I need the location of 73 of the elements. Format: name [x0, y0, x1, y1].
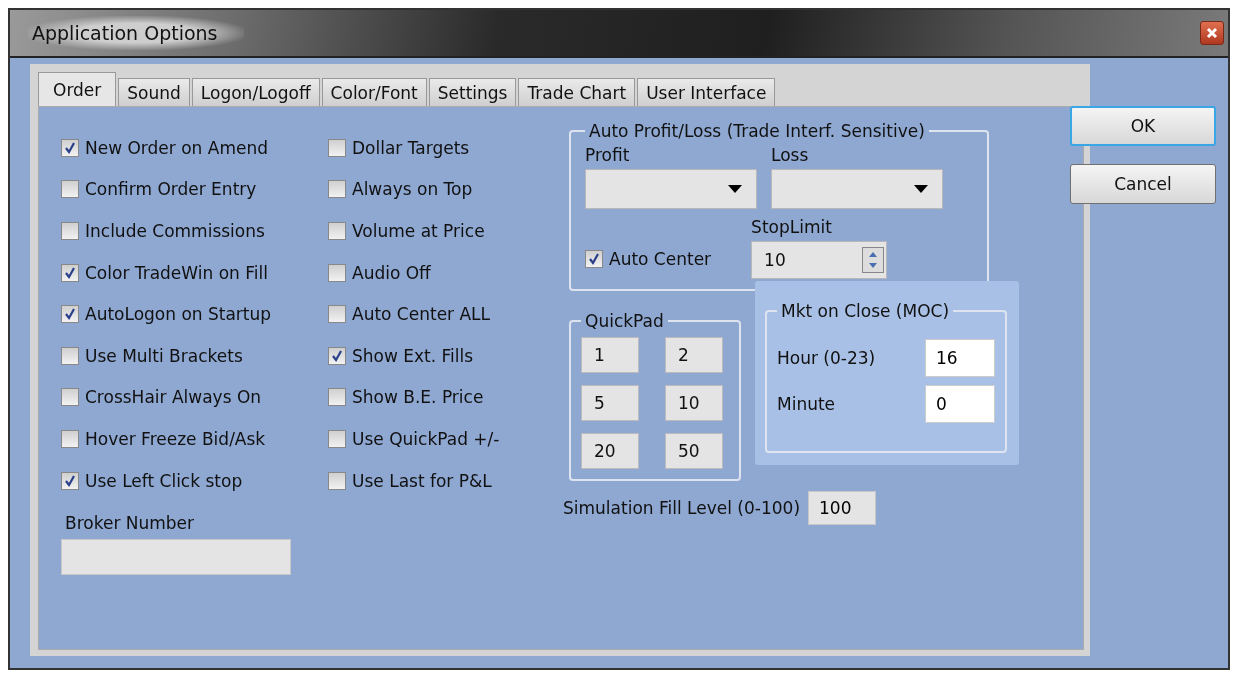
quickpad-button[interactable]: 5	[581, 385, 639, 421]
checkbox-label: Dollar Targets	[352, 137, 470, 158]
field-label: Broker Number	[65, 513, 196, 534]
checkbox[interactable]	[328, 180, 346, 199]
checkbox-label: Use Left Click stop	[85, 470, 243, 491]
simulation-fill-field[interactable]: 100	[808, 491, 876, 525]
checkbox[interactable]	[61, 138, 79, 157]
close-button[interactable]	[1200, 21, 1224, 45]
checkbox[interactable]	[328, 429, 346, 448]
tab[interactable]: User Interface	[637, 78, 776, 106]
tab[interactable]: Sound	[118, 78, 190, 106]
checkbox[interactable]	[328, 471, 346, 490]
checkbox[interactable]	[61, 471, 79, 490]
caret-icon	[728, 185, 742, 193]
checkbox[interactable]	[61, 180, 79, 199]
checkbox-label: Use Multi Brackets	[85, 345, 243, 366]
checkbox-label: AutoLogon on Startup	[85, 304, 272, 325]
checkbox-label: Color TradeWin on Fill	[85, 262, 268, 283]
tab[interactable]: Color/Font	[321, 78, 427, 106]
checkbox[interactable]	[61, 388, 79, 407]
checkbox-label: Use QuickPad +/-	[352, 428, 500, 449]
checkbox-label: Use Last for P&L	[352, 470, 492, 491]
quickpad-button[interactable]: 2	[665, 337, 723, 373]
checkbox[interactable]	[61, 305, 79, 324]
field-label: Simulation Fill Level (0-100)	[563, 498, 800, 518]
dialog-button[interactable]: OK	[1070, 106, 1216, 146]
field-label: StopLimit	[751, 217, 833, 237]
checkbox-label: Confirm Order Entry	[85, 179, 257, 200]
quickpad-button[interactable]: 10	[665, 385, 723, 421]
group-title: Mkt on Close (MOC)	[780, 301, 951, 321]
field-label: Minute	[777, 394, 836, 414]
checkbox[interactable]	[61, 429, 79, 448]
hour-field[interactable]: 16	[925, 339, 995, 377]
checkbox-label: Always on Top	[352, 179, 473, 200]
checkbox-label: Show B.E. Price	[352, 387, 484, 408]
checkbox[interactable]	[328, 138, 346, 157]
caret-icon	[914, 185, 928, 193]
dialog-button[interactable]: Cancel	[1070, 164, 1216, 204]
close-icon	[1205, 26, 1219, 40]
checkbox-label: New Order on Amend	[85, 137, 268, 158]
field-label: Hour (0-23)	[777, 348, 876, 368]
checkbox-label: Audio Off	[352, 262, 431, 283]
checkbox[interactable]	[328, 222, 346, 240]
checkbox-label: Show Ext. Fills	[352, 345, 474, 366]
checkbox-label: Hover Freeze Bid/Ask	[85, 428, 266, 449]
checkbox-label: Auto Center	[609, 249, 712, 269]
checkbox-label: Volume at Price	[352, 221, 485, 241]
checkbox[interactable]	[61, 263, 79, 282]
minute-field[interactable]: 0	[925, 385, 995, 423]
tab[interactable]: Logon/Logoff	[191, 78, 320, 106]
checkbox[interactable]	[585, 250, 603, 268]
group-title: Auto Profit/Loss (Trade Interf. Sensitive)	[588, 121, 926, 141]
field-label: Profit	[585, 145, 631, 165]
checkbox-label: Auto Center ALL	[352, 304, 491, 325]
checkbox[interactable]	[328, 346, 346, 365]
stoplimit-spinner[interactable]: 10	[751, 241, 888, 279]
checkbox-label: Include Commissions	[85, 221, 265, 241]
quickpad-button[interactable]: 1	[581, 337, 639, 373]
broker-number-field[interactable]	[61, 539, 291, 576]
checkbox[interactable]	[61, 222, 79, 240]
field-label: Loss	[771, 145, 810, 165]
window-title: Application Options	[28, 16, 244, 50]
checkbox[interactable]	[61, 346, 79, 365]
checkbox[interactable]	[328, 263, 346, 282]
checkbox-label: CrossHair Always On	[85, 387, 262, 408]
tab[interactable]: Trade Chart	[518, 78, 636, 106]
group-title: QuickPad	[584, 311, 665, 331]
tab[interactable]: Order	[38, 72, 117, 106]
quickpad-button[interactable]: 20	[581, 433, 639, 469]
tab[interactable]: Settings	[428, 78, 517, 106]
checkbox[interactable]	[328, 388, 346, 407]
quickpad-button[interactable]: 50	[665, 433, 723, 469]
checkbox[interactable]	[328, 305, 346, 324]
